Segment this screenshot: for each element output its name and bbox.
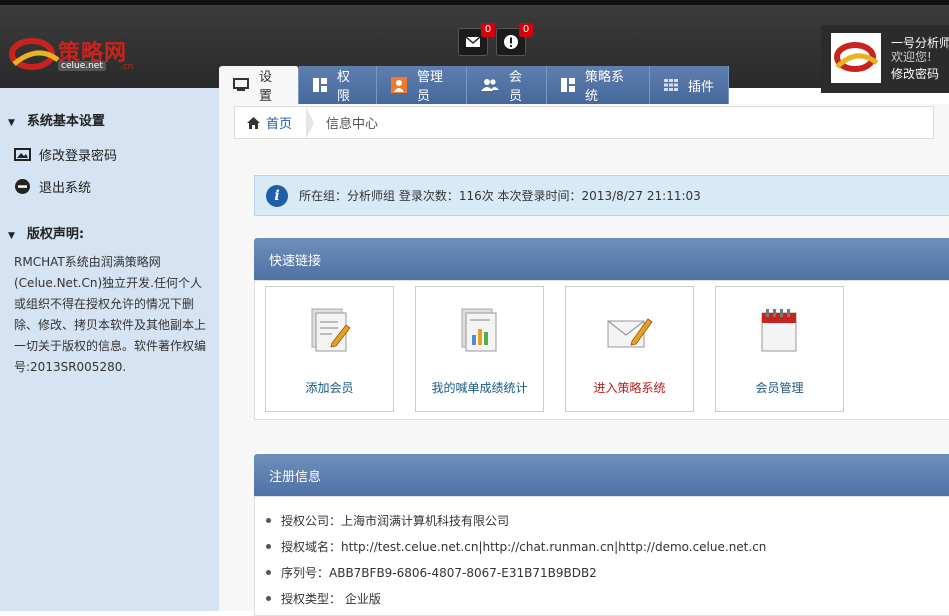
alert-icon xyxy=(504,35,518,49)
top-line xyxy=(0,0,949,5)
tab-label: 设置 xyxy=(259,70,273,104)
document-edit-icon xyxy=(304,305,356,357)
quick-link-label: 添加会员 xyxy=(305,381,354,395)
alert-count-badge: 0 xyxy=(519,23,533,37)
calendar-icon xyxy=(754,305,806,357)
sidebar-section-copyright[interactable]: ▼ 版权声明: xyxy=(8,223,84,242)
registration-info-list: 授权公司：上海市润满计算机科技有限公司 授权域名：http://test.cel… xyxy=(264,508,949,612)
quick-link-member-management[interactable]: 会员管理 xyxy=(715,286,844,412)
breadcrumb: 首页 信息中心 xyxy=(234,106,934,139)
change-password-link[interactable]: 修改密码 xyxy=(891,65,939,82)
users-icon xyxy=(481,78,499,92)
tab-plugins[interactable]: 插件 xyxy=(650,66,729,104)
home-icon xyxy=(247,116,260,129)
image-icon xyxy=(14,147,31,162)
main-content: 首页 信息中心 i 所在组：分析师组 登录次数：116次 本次登录时间：2013… xyxy=(219,104,949,616)
sidebar-item-logout[interactable]: 退出系统 xyxy=(14,177,91,196)
triangle-down-icon: ▼ xyxy=(8,231,15,241)
sidebar-section-system-settings[interactable]: ▼ 系统基本设置 xyxy=(8,110,105,129)
tab-label: 策略系统 xyxy=(585,70,625,104)
breadcrumb-home[interactable]: 首页 xyxy=(247,113,292,132)
sidebar-section-title: 版权声明: xyxy=(26,227,85,242)
monitor-icon xyxy=(233,78,249,92)
envelope-edit-icon xyxy=(604,305,656,357)
info-icon: i xyxy=(266,184,288,207)
grid-icon xyxy=(664,79,678,91)
breadcrumb-home-label: 首页 xyxy=(266,117,293,132)
tab-label: 管理员 xyxy=(417,70,444,104)
layout-icon xyxy=(561,78,575,92)
quick-link-label: 进入策略系统 xyxy=(593,381,666,395)
logo-domain: celue.net xyxy=(58,61,106,71)
copyright-text: RMCHAT系统由润满策略网(Celue.Net.Cn)独立开发.任何个人或组织… xyxy=(14,255,207,374)
logo-cn: .cn xyxy=(120,62,134,72)
quick-link-label: 我的喊单成绩统计 xyxy=(431,381,528,395)
chart-document-icon xyxy=(454,305,506,357)
user-panel: 一号分析师 欢迎您! 修改密码 xyxy=(821,25,949,93)
minus-circle-icon xyxy=(14,178,31,195)
breadcrumb-separator xyxy=(306,106,315,139)
list-item: 序列号：ABB7BFB9-6806-4807-8067-E31B71B9BDB2 xyxy=(264,560,949,586)
login-info-text: 所在组：分析师组 登录次数：116次 本次登录时间：2013/8/27 21:1… xyxy=(299,189,701,203)
quick-link-label: 会员管理 xyxy=(755,381,804,395)
breadcrumb-current: 信息中心 xyxy=(326,117,379,132)
list-item: 授权域名：http://test.celue.net.cn|http://cha… xyxy=(264,534,949,560)
registration-info-title: 注册信息 xyxy=(269,469,322,485)
mail-button[interactable]: 0 xyxy=(458,23,495,56)
welcome-text: 欢迎您! xyxy=(891,50,932,64)
alert-button[interactable]: 0 xyxy=(496,23,533,56)
triangle-down-icon: ▼ xyxy=(8,118,15,128)
sidebar-item-label: 退出系统 xyxy=(39,181,92,196)
tab-settings[interactable]: 设置 xyxy=(219,66,299,104)
quick-links-title: 快速链接 xyxy=(269,253,322,269)
quick-link-enter-strategy[interactable]: 进入策略系统 xyxy=(565,286,694,412)
sidebar-section-title: 系统基本设置 xyxy=(26,114,105,129)
avatar-logo-icon xyxy=(834,42,879,72)
quick-link-my-stats[interactable]: 我的喊单成绩统计 xyxy=(415,286,544,412)
tab-label: 插件 xyxy=(688,79,715,95)
tab-strategy-system[interactable]: 策略系统 xyxy=(547,66,650,104)
layout-icon xyxy=(313,78,327,92)
sidebar-item-label: 修改登录密码 xyxy=(39,149,118,164)
tab-label: 权限 xyxy=(337,70,351,104)
sidebar-item-change-password[interactable]: 修改登录密码 xyxy=(14,145,117,164)
avatar xyxy=(831,33,881,83)
sidebar: ▼ 系统基本设置 修改登录密码 退出系统 ▼ 版权声明: RMCHAT系统由润满策略… xyxy=(0,88,219,611)
main-tabs: 设置 权限 管理员 会员 策略系统 插件 xyxy=(219,66,729,104)
list-item: 授权公司：上海市润满计算机科技有限公司 xyxy=(264,508,949,534)
tab-label: 会员 xyxy=(509,70,523,104)
tab-permissions[interactable]: 权限 xyxy=(299,66,377,104)
tab-members[interactable]: 会员 xyxy=(467,66,547,104)
login-info-bar: i 所在组：分析师组 登录次数：116次 本次登录时间：2013/8/27 21… xyxy=(254,175,949,216)
list-item: 授权类型： 企业版 xyxy=(264,586,949,612)
tab-admin[interactable]: 管理员 xyxy=(377,66,467,104)
quick-links-header: 快速链接 xyxy=(254,238,949,280)
mail-count-badge: 0 xyxy=(481,23,495,37)
admin-icon xyxy=(391,77,407,93)
registration-info-header: 注册信息 xyxy=(254,454,949,496)
quick-link-add-member[interactable]: 添加会员 xyxy=(265,286,394,412)
mail-icon xyxy=(466,37,480,47)
